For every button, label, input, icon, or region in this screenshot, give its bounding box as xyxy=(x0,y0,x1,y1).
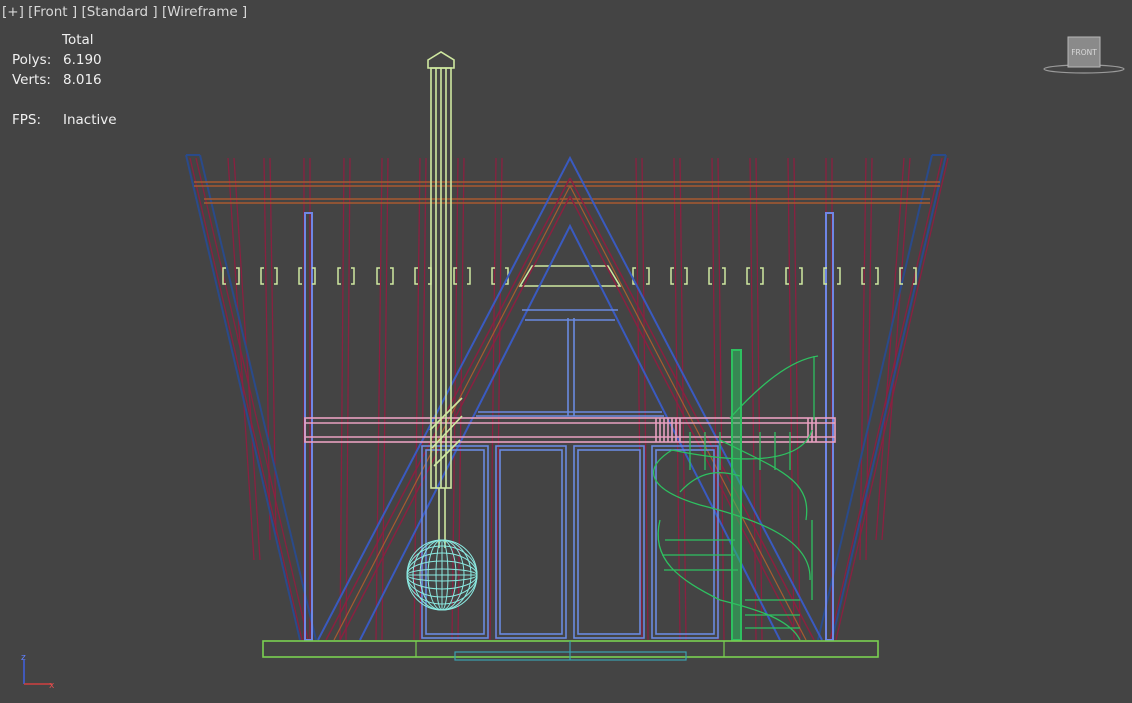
front-viewport[interactable]: [+] [Front ] [Standard ] [Wireframe ] To… xyxy=(0,0,1132,703)
glass-facade xyxy=(421,309,719,639)
x-axis-label: x xyxy=(49,681,55,691)
wireframe-scene[interactable] xyxy=(0,0,1132,703)
axis-tripod: z x xyxy=(21,653,55,691)
fireplace-sphere xyxy=(406,539,478,611)
foundation-base xyxy=(262,640,879,661)
a-frame-gable xyxy=(317,155,823,641)
viewcube[interactable]: FRONT xyxy=(1042,36,1126,76)
z-axis-label: z xyxy=(21,653,26,663)
viewcube-face-label: FRONT xyxy=(1071,48,1097,57)
window-brackets xyxy=(222,265,917,287)
